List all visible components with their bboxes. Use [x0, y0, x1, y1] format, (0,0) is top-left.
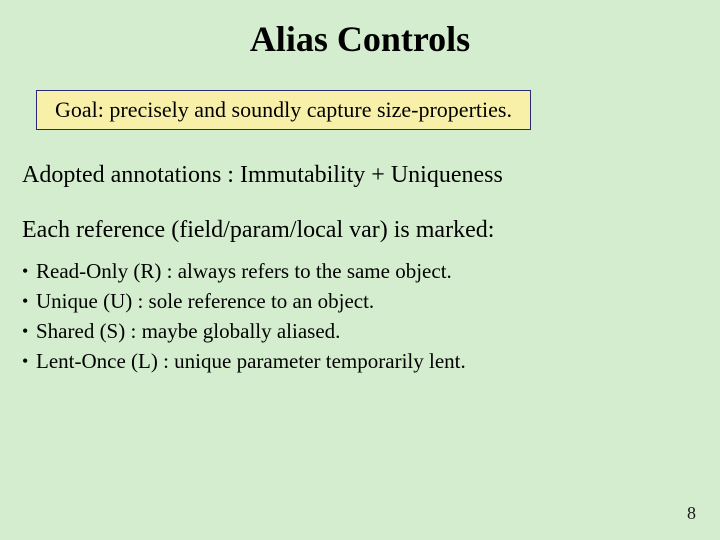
list-item: • Unique (U) : sole reference to an obje… [22, 288, 720, 314]
bullet-icon: • [22, 318, 36, 344]
each-reference-line: Each reference (field/param/local var) i… [22, 217, 720, 244]
bullet-text: Read-Only (R) : always refers to the sam… [36, 258, 452, 284]
list-item: • Read-Only (R) : always refers to the s… [22, 258, 720, 284]
page-number: 8 [687, 503, 696, 524]
bullet-text: Unique (U) : sole reference to an object… [36, 288, 374, 314]
bullet-text: Lent-Once (L) : unique parameter tempora… [36, 348, 466, 374]
bullet-list: • Read-Only (R) : always refers to the s… [22, 258, 720, 374]
slide-title: Alias Controls [0, 0, 720, 60]
list-item: • Lent-Once (L) : unique parameter tempo… [22, 348, 720, 374]
bullet-icon: • [22, 258, 36, 284]
bullet-icon: • [22, 348, 36, 374]
bullet-text: Shared (S) : maybe globally aliased. [36, 318, 340, 344]
list-item: • Shared (S) : maybe globally aliased. [22, 318, 720, 344]
bullet-icon: • [22, 288, 36, 314]
adopted-line: Adopted annotations : Immutability + Uni… [22, 162, 720, 189]
goal-box: Goal: precisely and soundly capture size… [36, 90, 531, 130]
